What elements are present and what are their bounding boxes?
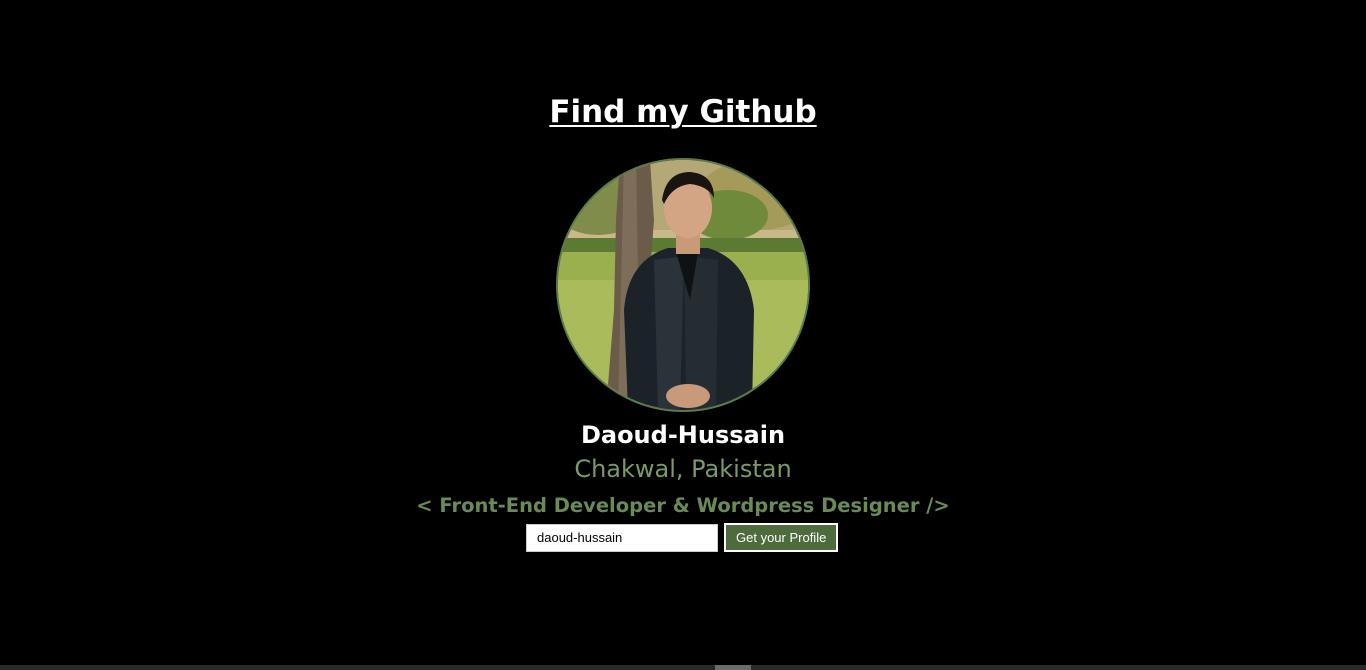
get-profile-button[interactable]: Get your Profile <box>724 523 839 552</box>
scrollbar-thumb[interactable] <box>715 665 751 670</box>
profile-photo-icon <box>558 160 808 410</box>
page-title: Find my Github <box>549 94 817 130</box>
profile-bio: < Front-End Developer & Wordpress Design… <box>416 494 950 517</box>
profile-name: Daoud-Hussain <box>580 421 786 449</box>
horizontal-scrollbar[interactable] <box>0 665 1366 670</box>
page: Find my Github Daoud-Hussain Chakwal, Pa… <box>0 0 1366 670</box>
avatar <box>556 158 810 412</box>
profile-location: Chakwal, Pakistan <box>574 455 792 483</box>
username-input[interactable] <box>526 523 718 552</box>
search-form: Get your Profile <box>526 523 839 552</box>
